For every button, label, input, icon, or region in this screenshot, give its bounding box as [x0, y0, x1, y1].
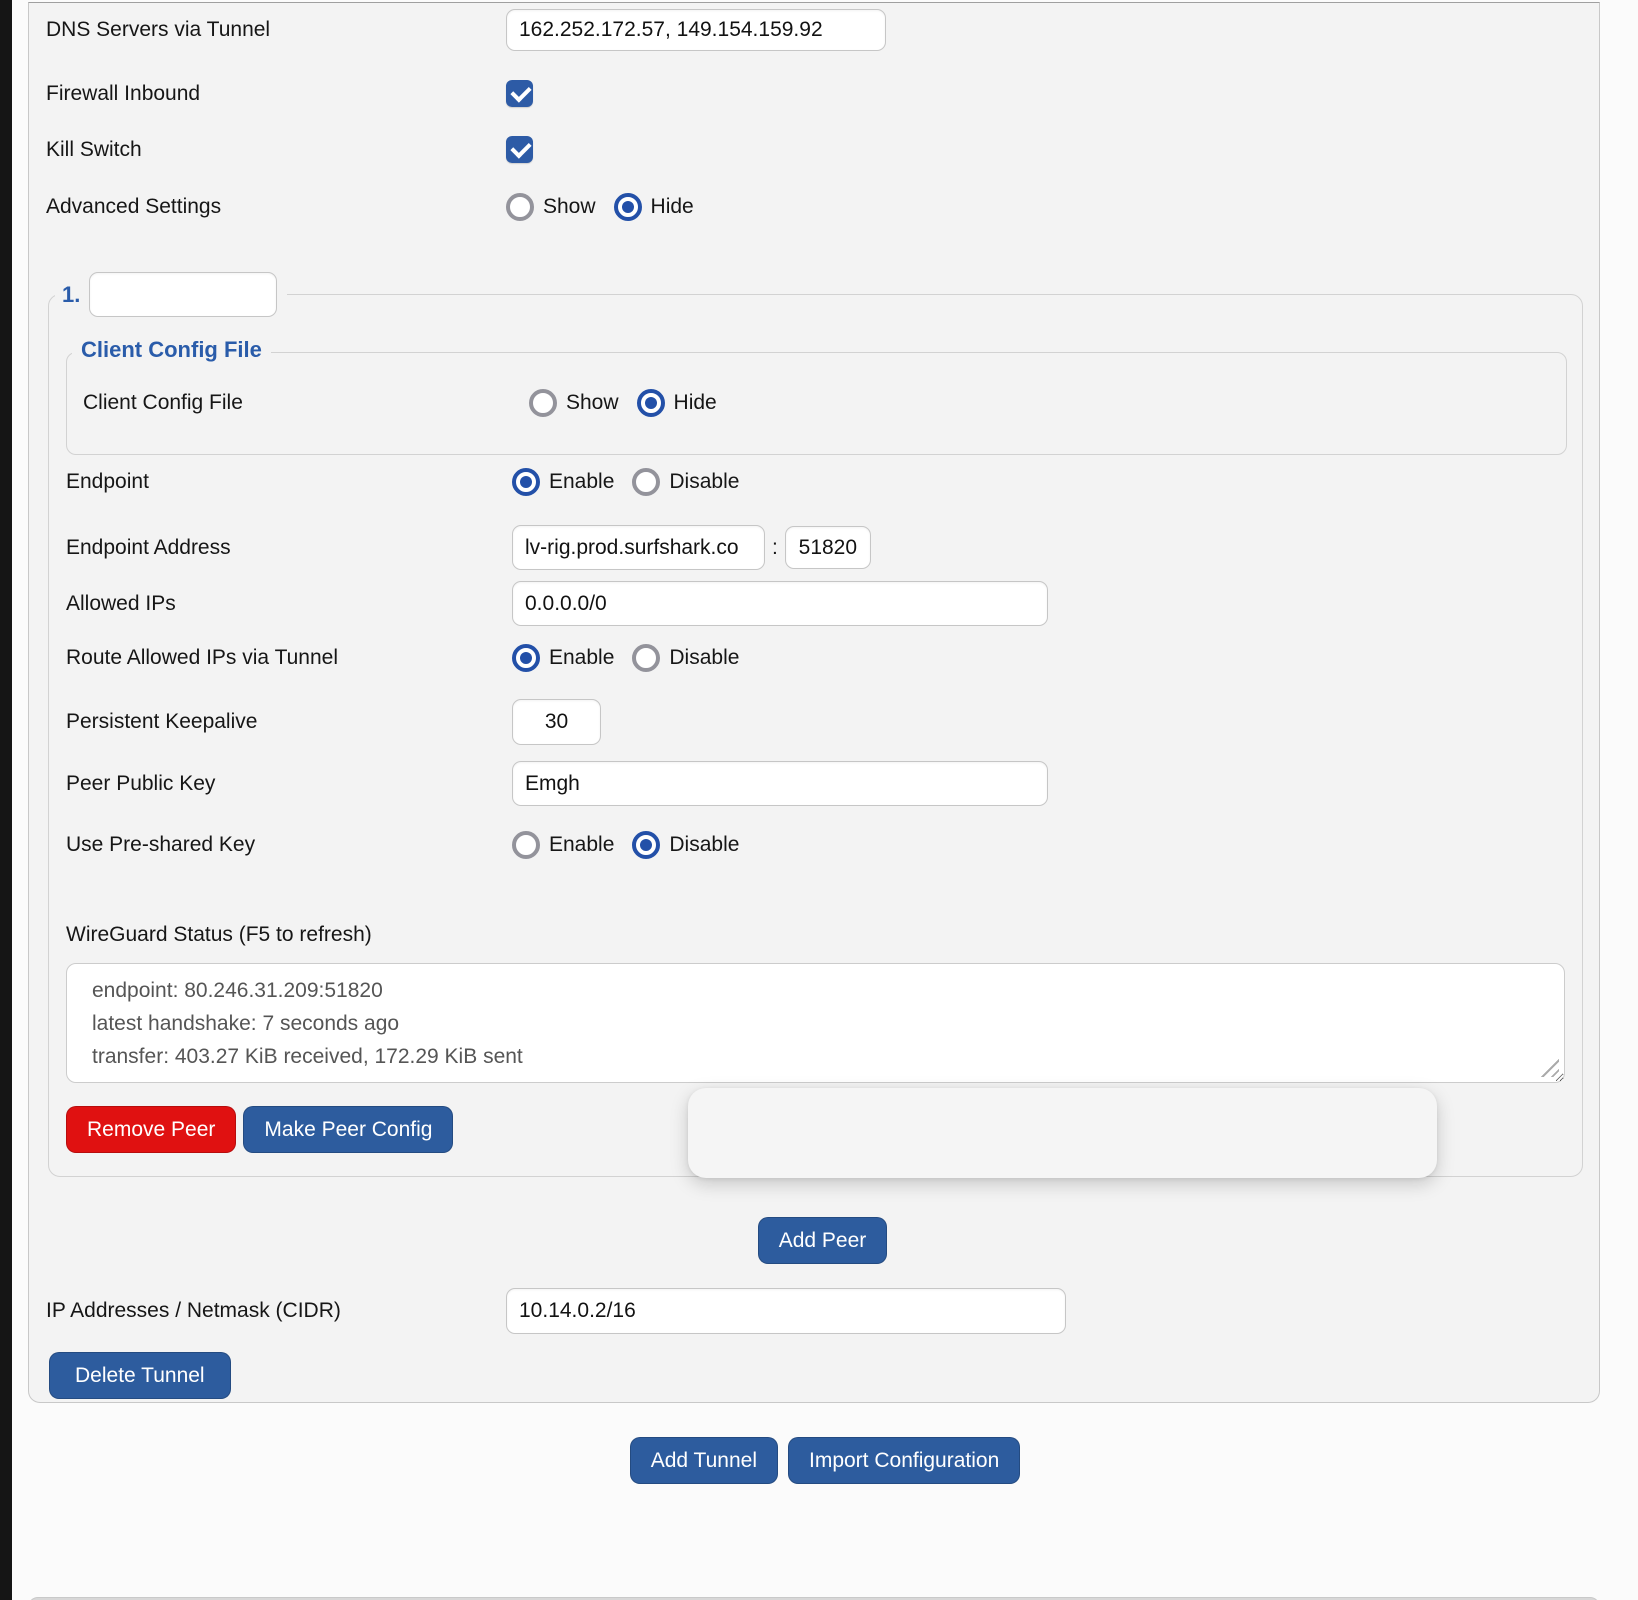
add-peer-button[interactable]: Add Peer — [758, 1217, 888, 1264]
route-enable-option-label: Enable — [549, 646, 614, 670]
ip-addresses-input[interactable] — [506, 1288, 1066, 1334]
ip-addresses-row: IP Addresses / Netmask (CIDR) — [46, 1288, 1599, 1334]
import-configuration-button[interactable]: Import Configuration — [788, 1437, 1020, 1484]
wireguard-status-textarea[interactable]: endpoint: 80.246.31.209:51820 latest han… — [66, 963, 1565, 1083]
make-peer-config-button[interactable]: Make Peer Config — [243, 1106, 453, 1153]
tunnel-number-label: 1. — [62, 282, 80, 308]
peer-public-key-label: Peer Public Key — [66, 772, 512, 796]
route-allowed-ips-row: Route Allowed IPs via Tunnel Enable Disa… — [66, 644, 1567, 672]
preshared-disable-option-label: Disable — [669, 833, 739, 857]
preshared-key-label: Use Pre-shared Key — [66, 833, 512, 857]
route-disable-option-label: Disable — [669, 646, 739, 670]
client-config-hide-radio[interactable] — [637, 389, 665, 417]
endpoint-address-label: Endpoint Address — [66, 536, 512, 560]
ip-addresses-label: IP Addresses / Netmask (CIDR) — [46, 1299, 506, 1323]
wireguard-config-panel: DNS Servers via Tunnel Firewall Inbound … — [28, 2, 1600, 1403]
endpoint-row: Endpoint Enable Disable — [66, 468, 1567, 496]
endpoint-port-input[interactable] — [785, 526, 871, 569]
kill-switch-checkbox[interactable] — [506, 136, 533, 163]
tunnel-1-fieldset: 1. Client Config File Client Config File… — [48, 294, 1583, 1177]
persistent-keepalive-input[interactable] — [512, 699, 601, 745]
firewall-inbound-label: Firewall Inbound — [46, 82, 506, 106]
advanced-hide-radio[interactable] — [614, 193, 642, 221]
dns-servers-row: DNS Servers via Tunnel — [46, 9, 1599, 51]
client-config-show-radio[interactable] — [529, 389, 557, 417]
firewall-inbound-checkbox[interactable] — [506, 80, 533, 107]
remove-peer-button[interactable]: Remove Peer — [66, 1106, 236, 1153]
persistent-keepalive-label: Persistent Keepalive — [66, 710, 512, 734]
client-config-show-option-label: Show — [566, 391, 619, 415]
delete-tunnel-row: Delete Tunnel — [46, 1352, 1599, 1399]
endpoint-enable-radio[interactable] — [512, 468, 540, 496]
client-config-legend: Client Config File — [72, 337, 271, 363]
endpoint-host-input[interactable] — [512, 525, 765, 570]
advanced-hide-option-label: Hide — [651, 195, 694, 219]
advanced-show-radio[interactable] — [506, 193, 534, 221]
firewall-inbound-row: Firewall Inbound — [46, 80, 1599, 107]
route-disable-radio[interactable] — [632, 644, 660, 672]
endpoint-enable-option-label: Enable — [549, 470, 614, 494]
add-tunnel-button[interactable]: Add Tunnel — [630, 1437, 778, 1484]
status-line-endpoint: endpoint: 80.246.31.209:51820 — [92, 974, 1524, 1007]
dns-servers-input[interactable] — [506, 9, 886, 51]
preshared-key-row: Use Pre-shared Key Enable Disable — [66, 831, 1567, 859]
kill-switch-label: Kill Switch — [46, 138, 506, 162]
tunnel-1-legend: 1. — [55, 270, 287, 319]
allowed-ips-input[interactable] — [512, 581, 1048, 626]
allowed-ips-row: Allowed IPs — [66, 581, 1567, 626]
delete-tunnel-button[interactable]: Delete Tunnel — [49, 1352, 231, 1399]
status-line-handshake: latest handshake: 7 seconds ago — [92, 1007, 1524, 1040]
client-config-fieldset: Client Config File Client Config File Sh… — [66, 352, 1567, 455]
preshared-disable-radio[interactable] — [632, 831, 660, 859]
client-config-hide-option-label: Hide — [674, 391, 717, 415]
advanced-settings-label: Advanced Settings — [46, 195, 506, 219]
route-enable-radio[interactable] — [512, 644, 540, 672]
peer-public-key-input[interactable] — [512, 761, 1048, 806]
peer-public-key-row: Peer Public Key — [66, 761, 1567, 806]
endpoint-label: Endpoint — [66, 470, 512, 494]
tunnel-actions-row: Add Tunnel Import Configuration — [12, 1437, 1638, 1484]
persistent-keepalive-row: Persistent Keepalive — [66, 699, 1567, 745]
allowed-ips-label: Allowed IPs — [66, 592, 512, 616]
endpoint-port-separator: : — [772, 536, 778, 560]
empty-popup-overlay — [688, 1088, 1437, 1178]
status-line-transfer: transfer: 403.27 KiB received, 172.29 Ki… — [92, 1040, 1524, 1073]
page-background: DNS Servers via Tunnel Firewall Inbound … — [12, 0, 1638, 1600]
endpoint-address-row: Endpoint Address : — [66, 524, 1567, 571]
client-config-row: Client Config File Show Hide — [83, 389, 1566, 417]
add-peer-row: Add Peer — [46, 1217, 1599, 1264]
endpoint-disable-radio[interactable] — [632, 468, 660, 496]
dns-servers-label: DNS Servers via Tunnel — [46, 18, 506, 42]
kill-switch-row: Kill Switch — [46, 136, 1599, 163]
preshared-enable-radio[interactable] — [512, 831, 540, 859]
endpoint-disable-option-label: Disable — [669, 470, 739, 494]
preshared-enable-option-label: Enable — [549, 833, 614, 857]
wireguard-status-label-row: WireGuard Status (F5 to refresh) — [66, 921, 1567, 949]
advanced-settings-row: Advanced Settings Show Hide — [46, 193, 1599, 221]
tunnel-name-input[interactable] — [89, 272, 277, 317]
advanced-show-option-label: Show — [543, 195, 596, 219]
client-config-label: Client Config File — [83, 391, 529, 415]
wireguard-status-label: WireGuard Status (F5 to refresh) — [66, 923, 372, 947]
route-allowed-ips-label: Route Allowed IPs via Tunnel — [66, 646, 512, 670]
